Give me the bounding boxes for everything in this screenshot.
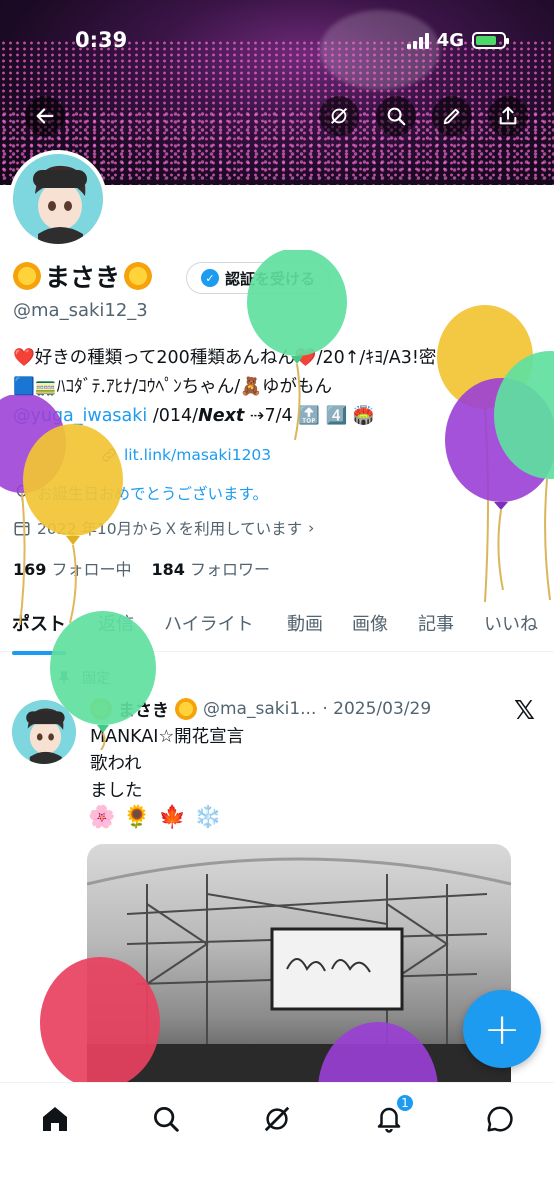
search-icon xyxy=(387,107,406,126)
search-icon xyxy=(154,1107,179,1132)
snowflake-emoji: ❄️ xyxy=(194,805,222,830)
post-emoji-row: 🌸 🌻 🍁 ❄️ xyxy=(88,805,222,830)
nav-messages[interactable] xyxy=(482,1101,518,1137)
signal-icon xyxy=(406,32,429,49)
green-balloon-right xyxy=(494,351,554,600)
tab-likes[interactable]: いいね xyxy=(484,600,538,636)
followers-link[interactable]: 184 フォロワー xyxy=(152,556,271,580)
nav-search[interactable] xyxy=(148,1101,184,1137)
profile-link[interactable]: lit.link/masaki1203 xyxy=(124,446,271,464)
tab-articles[interactable]: 記事 xyxy=(418,600,454,636)
yellow-balloon-left xyxy=(23,424,123,623)
verified-badge-icon: ✓ xyxy=(201,269,219,287)
bottom-navigation: 1 xyxy=(0,1082,554,1200)
nav-grok[interactable] xyxy=(259,1101,295,1137)
grok-button[interactable] xyxy=(319,96,359,136)
sunflower-emoji: 🌻 xyxy=(123,805,151,830)
chat-bubble-icon xyxy=(487,1106,513,1132)
status-time: 0:39 xyxy=(75,28,128,52)
compose-post-button[interactable]: + xyxy=(463,990,541,1068)
display-name: まさき xyxy=(45,263,121,292)
back-arrow-icon xyxy=(36,108,54,124)
sun-emoji-icon xyxy=(124,262,153,290)
grok-icon xyxy=(330,107,348,125)
plus-icon: + xyxy=(483,1003,521,1055)
network-type: 4G xyxy=(436,30,464,51)
grok-icon xyxy=(264,1106,290,1132)
maple-leaf-emoji: 🍁 xyxy=(158,805,187,830)
nav-notifications[interactable]: 1 xyxy=(371,1093,415,1137)
green-balloon-top xyxy=(247,250,347,440)
post-date: · 2025/03/29 xyxy=(322,698,432,719)
edit-button[interactable] xyxy=(432,96,472,136)
back-button[interactable] xyxy=(25,96,65,136)
profile-handle: @ma_saki12_3 xyxy=(13,300,148,321)
post-author-handle[interactable]: @ma_saki1... xyxy=(203,699,316,719)
profile-avatar[interactable] xyxy=(9,150,107,248)
green-balloon-middle xyxy=(50,611,156,750)
avatar-illustration xyxy=(13,154,103,244)
status-bar: 0:39 4G xyxy=(0,0,554,80)
battery-icon xyxy=(472,32,509,49)
notification-badge: 1 xyxy=(395,1093,415,1113)
tab-highlights[interactable]: ハイライト xyxy=(164,600,254,636)
bio-tail-a: /014/ xyxy=(152,406,199,426)
x-logo-icon: 𝕏 xyxy=(514,696,535,726)
search-button[interactable] xyxy=(376,96,416,136)
tab-images[interactable]: 画像 xyxy=(352,600,388,636)
chevron-right-icon: › xyxy=(308,519,315,537)
sun-emoji-icon xyxy=(13,262,41,290)
sun-emoji-icon xyxy=(175,697,197,720)
red-balloon-bottom xyxy=(40,957,160,1083)
cherry-blossom-emoji: 🌸 xyxy=(88,805,116,830)
tab-videos[interactable]: 動画 xyxy=(287,600,323,636)
share-icon xyxy=(499,106,517,125)
pencil-icon xyxy=(443,108,460,125)
profile-name-row: まさき xyxy=(13,258,153,294)
share-button[interactable] xyxy=(488,96,528,136)
home-icon xyxy=(43,1107,67,1131)
purple-balloon-bottom xyxy=(318,1022,438,1083)
bio-next: Next xyxy=(198,406,245,426)
nav-home[interactable] xyxy=(37,1101,73,1137)
